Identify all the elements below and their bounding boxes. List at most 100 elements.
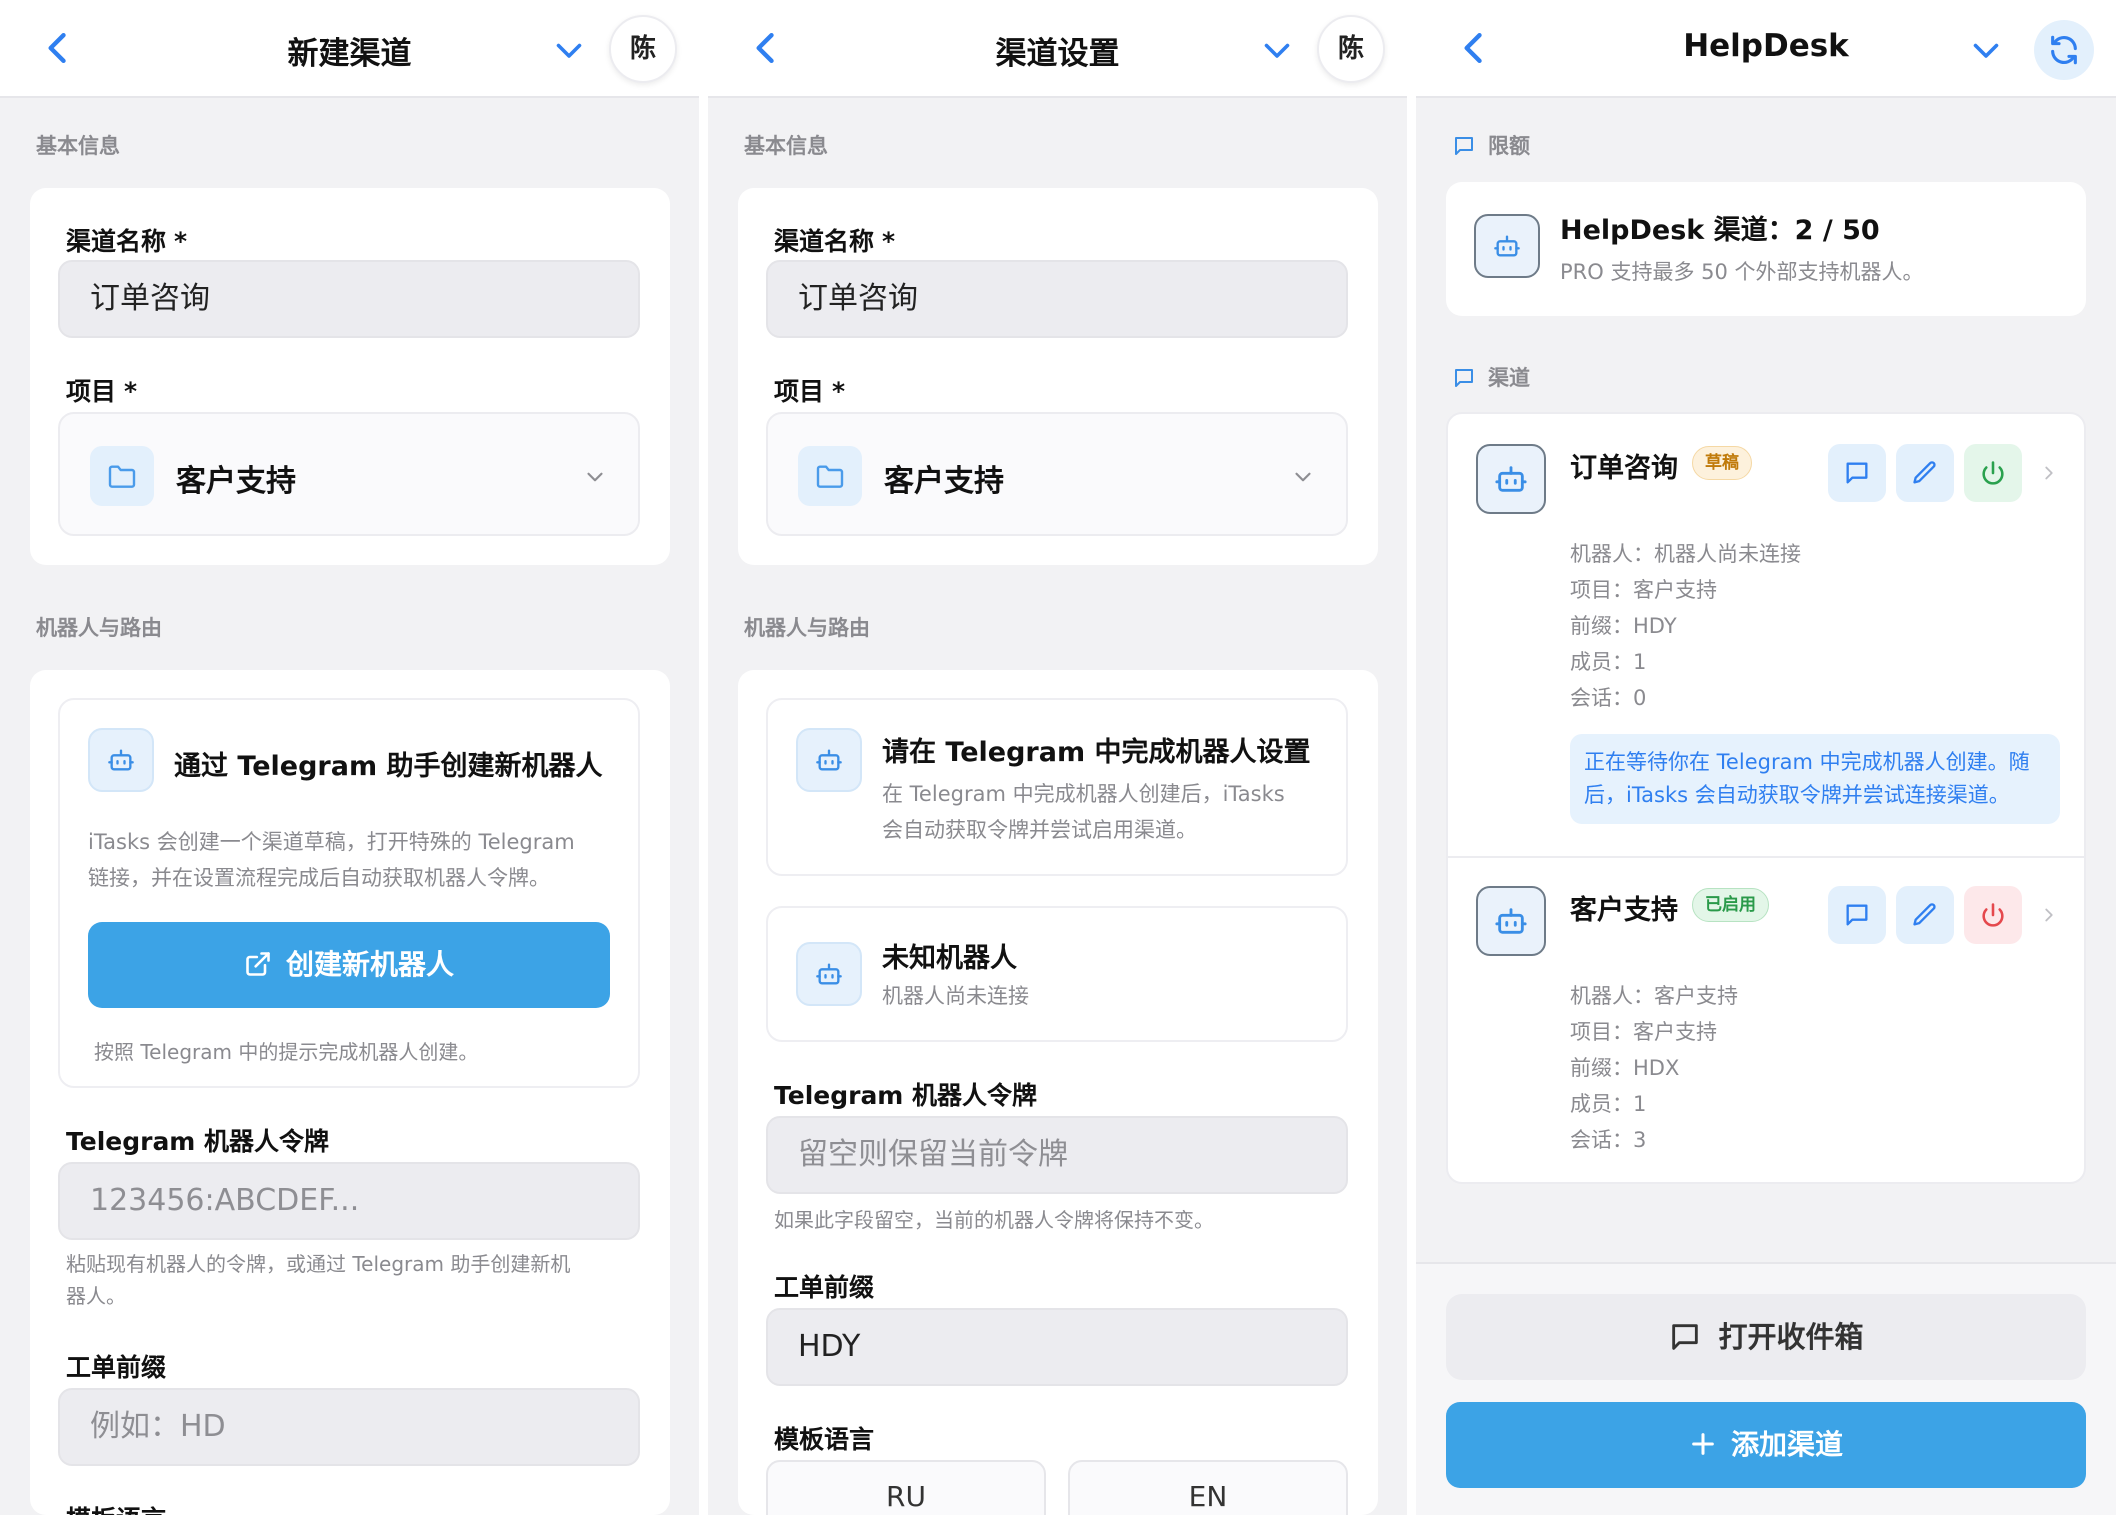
channel-sessions: 会话：3 xyxy=(1570,1128,1647,1152)
token-label: Telegram 机器人令牌 xyxy=(774,1081,1038,1110)
token-input[interactable]: 123456:ABCDEF... xyxy=(58,1162,640,1240)
unknown-bot-title: 未知机器人 xyxy=(882,943,1017,974)
basic-info-card: 渠道名称 * 订单咨询 项目 * 客户支持 xyxy=(30,188,670,565)
section-basic-info: 基本信息 xyxy=(744,134,828,158)
bot-icon xyxy=(88,728,154,792)
chevron-down-icon xyxy=(1290,464,1316,490)
project-select[interactable]: 客户支持 xyxy=(58,412,640,536)
add-channel-button[interactable]: 添加渠道 xyxy=(1446,1402,2086,1488)
channel-name-label: 渠道名称 * xyxy=(66,227,188,256)
quota-title: HelpDesk 渠道：2 / 50 xyxy=(1560,215,1880,246)
project-select[interactable]: 客户支持 xyxy=(766,412,1348,536)
bottom-bar: 打开收件箱 添加渠道 xyxy=(1416,1262,2116,1515)
prefix-label: 工单前缀 xyxy=(66,1353,167,1382)
chevron-right-icon[interactable] xyxy=(2038,904,2060,926)
token-help: 粘贴现有机器人的令牌，或通过 Telegram 助手创建新机 器人。 xyxy=(66,1252,571,1308)
pencil-icon[interactable] xyxy=(1896,444,1954,502)
message-icon xyxy=(1452,366,1476,390)
chevron-down-icon[interactable] xyxy=(1259,32,1295,68)
create-bot-card: 通过 Telegram 助手创建新机器人 iTasks 会创建一个渠道草稿，打开… xyxy=(58,698,640,1088)
chevron-right-icon[interactable] xyxy=(2038,462,2060,484)
page-title: HelpDesk xyxy=(1683,28,1849,64)
language-option-en[interactable]: EN xyxy=(1068,1460,1348,1515)
bot-icon xyxy=(1474,214,1540,278)
page-title: 渠道设置 xyxy=(995,36,1120,72)
channel-name-input[interactable]: 订单咨询 xyxy=(766,260,1348,338)
channel-prefix: 前缀：HDX xyxy=(1570,1056,1680,1080)
chevron-down-icon[interactable] xyxy=(1968,32,2004,68)
project-value: 客户支持 xyxy=(176,464,296,499)
unknown-bot-desc: 机器人尚未连接 xyxy=(882,984,1029,1008)
message-icon[interactable] xyxy=(1828,886,1886,944)
token-input[interactable]: 留空则保留当前令牌 xyxy=(766,1116,1348,1194)
divider xyxy=(1448,856,2084,858)
chevron-down-icon xyxy=(582,464,608,490)
channel-project: 项目：客户支持 xyxy=(1570,1020,1717,1044)
bot-routing-card: 请在 Telegram 中完成机器人设置 在 Telegram 中完成机器人创建… xyxy=(738,670,1378,1515)
channel-settings-panel: 渠道设置 陈 基本信息 渠道名称 * 订单咨询 项目 * 客户支持 机器人与路由 请… xyxy=(708,0,1407,1515)
bot-routing-card: 通过 Telegram 助手创建新机器人 iTasks 会创建一个渠道草稿，打开… xyxy=(30,670,670,1515)
create-bot-hint: 按照 Telegram 中的提示完成机器人创建。 xyxy=(94,1040,479,1064)
channel-bot: 机器人：机器人尚未连接 xyxy=(1570,542,1801,566)
plus-icon xyxy=(1689,1406,1717,1455)
prefix-input[interactable]: 例如：HD xyxy=(58,1388,640,1466)
section-channels: 渠道 xyxy=(1452,362,1530,392)
unknown-bot-card[interactable]: 未知机器人 机器人尚未连接 xyxy=(766,906,1348,1042)
bot-icon xyxy=(796,728,862,792)
channel-project: 项目：客户支持 xyxy=(1570,578,1717,602)
new-channel-panel: 新建渠道 陈 基本信息 渠道名称 * 订单咨询 项目 * 客户支持 机器人与路由 通… xyxy=(0,0,699,1515)
prefix-label: 工单前缀 xyxy=(774,1273,875,1302)
pencil-icon[interactable] xyxy=(1896,886,1954,944)
setup-pending-card: 请在 Telegram 中完成机器人设置 在 Telegram 中完成机器人创建… xyxy=(766,698,1348,876)
quota-description: PRO 支持最多 50 个外部支持机器人。 xyxy=(1560,260,1924,284)
bot-icon xyxy=(1476,444,1546,514)
refresh-icon[interactable] xyxy=(2034,20,2094,80)
section-basic-info: 基本信息 xyxy=(36,134,120,158)
channel-name-input[interactable]: 订单咨询 xyxy=(58,260,640,338)
section-quota: 限额 xyxy=(1452,130,1530,160)
folder-icon xyxy=(90,446,154,506)
channel-sessions: 会话：0 xyxy=(1570,686,1647,710)
channel-name-label: 渠道名称 * xyxy=(774,227,896,256)
power-icon[interactable] xyxy=(1964,886,2022,944)
status-badge: 草稿 xyxy=(1692,446,1752,480)
channel-prefix: 前缀：HDY xyxy=(1570,614,1677,638)
setup-desc: 在 Telegram 中完成机器人创建后，iTasks 会自动获取令牌并尝试启用渠… xyxy=(882,782,1285,842)
external-link-icon xyxy=(244,926,272,976)
channel-name[interactable]: 订单咨询 xyxy=(1570,446,1678,485)
channel-list: 订单咨询 草稿 机器人：机器人尚未连接 项目：客户支持 前缀：HDY 成员：1 … xyxy=(1446,412,2086,1184)
message-icon[interactable] xyxy=(1828,444,1886,502)
create-bot-title: 通过 Telegram 助手创建新机器人 xyxy=(174,751,603,782)
power-icon[interactable] xyxy=(1964,444,2022,502)
top-bar: 新建渠道 陈 xyxy=(0,0,699,98)
setup-title: 请在 Telegram 中完成机器人设置 xyxy=(882,737,1311,768)
channel-name[interactable]: 客户支持 xyxy=(1570,888,1678,927)
template-language-label: 模板语言 xyxy=(774,1425,875,1454)
project-label: 项目 * xyxy=(66,377,138,406)
message-icon xyxy=(1668,1301,1702,1350)
token-help: 如果此字段留空，当前的机器人令牌将保持不变。 xyxy=(774,1208,1214,1232)
template-language-label: 模板语言 xyxy=(66,1500,166,1515)
project-label: 项目 * xyxy=(774,377,846,406)
create-bot-button[interactable]: 创建新机器人 xyxy=(88,922,610,1008)
channel-bot: 机器人：客户支持 xyxy=(1570,984,1738,1008)
quota-card: HelpDesk 渠道：2 / 50 PRO 支持最多 50 个外部支持机器人。 xyxy=(1446,182,2086,316)
avatar[interactable]: 陈 xyxy=(609,15,677,83)
token-label: Telegram 机器人令牌 xyxy=(66,1127,330,1156)
bot-icon xyxy=(1476,886,1546,956)
language-option-ru[interactable]: RU xyxy=(766,1460,1046,1515)
section-bot-routing: 机器人与路由 xyxy=(744,616,870,640)
section-bot-routing: 机器人与路由 xyxy=(36,616,162,640)
project-value: 客户支持 xyxy=(884,464,1004,499)
top-bar: 渠道设置 陈 xyxy=(708,0,1407,98)
prefix-input[interactable]: HDY xyxy=(766,1308,1348,1386)
bot-icon xyxy=(796,942,862,1006)
chevron-down-icon[interactable] xyxy=(551,32,587,68)
status-badge: 已启用 xyxy=(1692,888,1769,922)
avatar[interactable]: 陈 xyxy=(1317,15,1385,83)
open-inbox-button[interactable]: 打开收件箱 xyxy=(1446,1294,2086,1380)
top-bar: HelpDesk xyxy=(1416,0,2116,98)
page-title: 新建渠道 xyxy=(287,36,412,72)
basic-info-card: 渠道名称 * 订单咨询 项目 * 客户支持 xyxy=(738,188,1378,565)
folder-icon xyxy=(798,446,862,506)
